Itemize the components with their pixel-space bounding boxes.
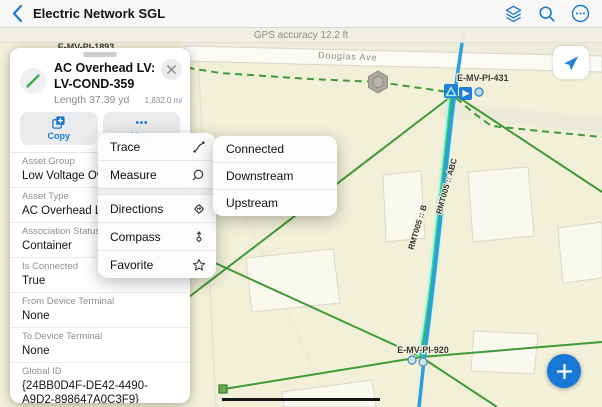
- overflow-menu-button[interactable]: [571, 4, 590, 23]
- more-circle-icon: [571, 4, 590, 23]
- menu-item-trace[interactable]: Trace: [98, 133, 216, 160]
- drag-handle[interactable]: [83, 52, 117, 57]
- submenu-item-downstream[interactable]: Downstream: [213, 162, 337, 189]
- feature-distance: 1,832.0 mi: [145, 96, 182, 105]
- menu-item-label: Favorite: [110, 258, 153, 272]
- feature-symbol-icon: [20, 68, 46, 94]
- measure-icon: [192, 168, 206, 182]
- map-title: Electric Network SGL: [33, 6, 165, 21]
- location-arrow-icon: [562, 54, 580, 72]
- trace-icon: [192, 140, 206, 154]
- menu-item-compass[interactable]: Compass: [98, 222, 216, 250]
- feature-title: AC Overhead LV: LV-COND-359: [54, 59, 157, 92]
- search-button[interactable]: [538, 5, 556, 23]
- submenu-item-label: Upstream: [226, 196, 278, 210]
- feature-length: Length 37.39 yd: [54, 94, 145, 106]
- back-chevron-icon: [12, 4, 23, 23]
- nav-bar: Electric Network SGL: [0, 0, 602, 28]
- menu-item-label: Directions: [110, 202, 163, 216]
- map-label-pi431: E-MV-PI-431: [457, 73, 509, 83]
- context-menu: Trace Measure: [98, 133, 216, 278]
- close-icon: [167, 65, 176, 74]
- copy-button[interactable]: Copy: [20, 112, 98, 145]
- line-endpoint-marker[interactable]: [219, 385, 227, 393]
- ellipsis-icon: [134, 115, 149, 130]
- add-feature-button[interactable]: [547, 354, 581, 388]
- building: [558, 222, 602, 283]
- layers-button[interactable]: [504, 4, 523, 23]
- field-from-device-terminal: From Device Terminal None: [10, 293, 190, 328]
- close-popup-button[interactable]: [161, 59, 182, 80]
- menu-item-label: Compass: [110, 230, 161, 244]
- gps-accuracy-text: GPS accuracy 12.2 ft: [254, 30, 349, 41]
- submenu-item-connected[interactable]: Connected: [213, 136, 337, 162]
- map-scale-bar: [222, 398, 380, 401]
- compass-icon: [192, 230, 206, 244]
- menu-item-measure[interactable]: Measure: [98, 160, 216, 188]
- field-to-device-terminal: To Device Terminal None: [10, 328, 190, 363]
- gps-accuracy-banner: GPS accuracy 12.2 ft: [0, 28, 602, 43]
- menu-item-favorite[interactable]: Favorite: [98, 250, 216, 278]
- submenu-item-label: Downstream: [226, 169, 293, 183]
- search-icon: [538, 5, 556, 23]
- locate-me-button[interactable]: [553, 46, 589, 79]
- copy-icon: [51, 115, 66, 130]
- menu-separator: [98, 188, 216, 195]
- copy-button-label: Copy: [48, 131, 71, 141]
- menu-item-label: Measure: [110, 168, 157, 182]
- plus-icon: [557, 364, 572, 379]
- popup-header: AC Overhead LV: LV-COND-359 Length 37.39…: [10, 58, 190, 106]
- building: [468, 167, 534, 242]
- map-label-pi920: E-MV-PI-920: [397, 345, 449, 355]
- back-button[interactable]: [12, 4, 23, 23]
- star-icon: [192, 258, 206, 272]
- hexagon-marker[interactable]: [369, 71, 388, 93]
- building: [246, 249, 340, 312]
- menu-item-directions[interactable]: Directions: [98, 195, 216, 222]
- submenu-item-upstream[interactable]: Upstream: [213, 189, 337, 216]
- submenu-item-label: Connected: [226, 142, 284, 156]
- field-global-id: Global ID {24BB0D4F-DE42-4490-A9D2-89864…: [10, 363, 190, 403]
- app-window: E-MV-PI-1893 Douglas Ave E-MV-PI-431 RMT…: [0, 0, 602, 407]
- layers-icon: [504, 4, 523, 23]
- trace-submenu: Connected Downstream Upstream: [213, 136, 337, 216]
- directions-icon: [192, 202, 206, 216]
- menu-item-label: Trace: [110, 140, 140, 154]
